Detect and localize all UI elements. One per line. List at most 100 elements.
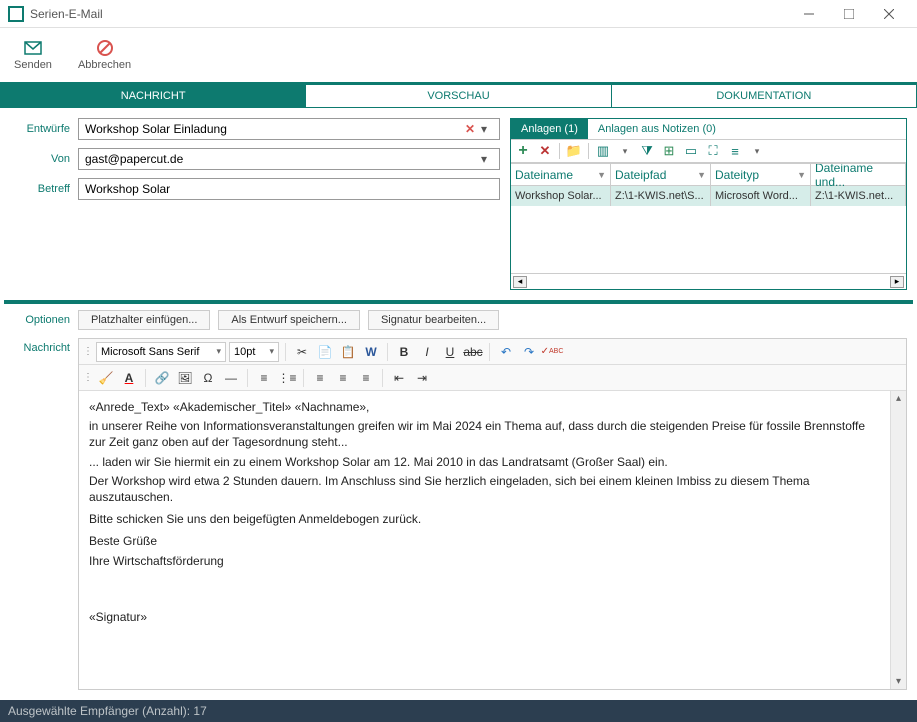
drafts-dropdown-icon[interactable]: ▾ xyxy=(475,122,493,136)
drag-handle-icon[interactable]: ⋮ xyxy=(83,372,93,383)
subject-label: Betreff xyxy=(10,183,70,195)
attachment-row[interactable]: Workshop Solar... Z:\1-KWIS.net\S... Mic… xyxy=(511,186,906,206)
paste-word-icon[interactable]: W xyxy=(361,342,381,362)
link-icon[interactable]: 🔗 xyxy=(152,368,172,388)
filter-icon[interactable]: ▼ xyxy=(597,170,606,180)
drag-handle-icon[interactable]: ⋮ xyxy=(83,346,93,357)
filter-icon[interactable]: ▼ xyxy=(697,170,706,180)
from-input[interactable] xyxy=(85,152,475,166)
expand-icon[interactable]: ⛶ xyxy=(705,143,721,159)
ordered-list-icon[interactable]: ≡ xyxy=(254,368,274,388)
unordered-list-icon[interactable]: ⋮≡ xyxy=(277,368,297,388)
tab-documentation[interactable]: DOKUMENTATION xyxy=(612,84,917,108)
attachments-tab-files[interactable]: Anlagen (1) xyxy=(511,119,588,139)
from-label: Von xyxy=(10,153,70,165)
symbol-icon[interactable]: Ω xyxy=(198,368,218,388)
send-button[interactable]: Senden xyxy=(10,37,56,73)
outdent-icon[interactable]: ⇤ xyxy=(389,368,409,388)
message-form: Entwürfe ✕ ▾ Von ▾ Betreff xyxy=(10,118,500,290)
minimize-button[interactable] xyxy=(789,1,829,27)
open-folder-icon[interactable]: 📁 xyxy=(566,143,582,159)
copy-icon[interactable]: 📄 xyxy=(315,342,335,362)
image-icon[interactable]: 🖼 xyxy=(175,368,195,388)
body-line: Bitte schicken Sie uns den beigefügten A… xyxy=(89,511,880,527)
indent-icon[interactable]: ⇥ xyxy=(412,368,432,388)
strike-icon[interactable]: abc xyxy=(463,342,483,362)
cell-filetype: Microsoft Word... xyxy=(711,186,811,206)
font-name-select[interactable]: Microsoft Sans Serif xyxy=(96,342,226,362)
align-center-icon[interactable]: ≡ xyxy=(333,368,353,388)
insert-placeholder-button[interactable]: Platzhalter einfügen... xyxy=(78,310,210,330)
font-size-select[interactable]: 10pt xyxy=(229,342,279,362)
scroll-down-icon[interactable]: ▾ xyxy=(896,676,901,687)
clear-format-icon[interactable]: 🧹 xyxy=(96,368,116,388)
align-left-icon[interactable]: ≡ xyxy=(310,368,330,388)
col-filename-path[interactable]: Dateiname und... xyxy=(811,164,906,185)
hr-icon[interactable]: — xyxy=(221,368,241,388)
message-label: Nachricht xyxy=(10,338,70,690)
scroll-up-icon[interactable]: ▴ xyxy=(896,393,901,404)
from-dropdown-icon[interactable]: ▾ xyxy=(475,152,493,166)
editor-toolbar-2: ⋮ 🧹 A 🔗 🖼 Ω — ≡ ⋮≡ ≡ ≡ ≡ ⇤ ⇥ xyxy=(79,365,906,391)
drafts-input[interactable] xyxy=(85,122,461,136)
cancel-button[interactable]: Abbrechen xyxy=(74,37,135,73)
drafts-combo[interactable]: ✕ ▾ xyxy=(78,118,500,140)
undo-icon[interactable]: ↶ xyxy=(496,342,516,362)
body-line: «Signatur» xyxy=(89,609,880,625)
editor-scrollbar[interactable]: ▴ ▾ xyxy=(890,391,906,689)
clear-draft-icon[interactable]: ✕ xyxy=(465,122,475,136)
cut-icon[interactable]: ✂ xyxy=(292,342,312,362)
from-combo[interactable]: ▾ xyxy=(78,148,500,170)
paste-icon[interactable]: 📋 xyxy=(338,342,358,362)
edit-signature-button[interactable]: Signatur bearbeiten... xyxy=(368,310,499,330)
cancel-label: Abbrechen xyxy=(78,59,131,71)
menu-dd-icon[interactable]: ▾ xyxy=(749,143,765,159)
save-draft-button[interactable]: Als Entwurf speichern... xyxy=(218,310,360,330)
col-filetype[interactable]: Dateityp▼ xyxy=(711,164,811,185)
align-right-icon[interactable]: ≡ xyxy=(356,368,376,388)
font-color-icon[interactable]: A xyxy=(119,368,139,388)
attachments-toolbar: + ✕ 📁 ▥ ▾ ⧩ ⊞ ▭ ⛶ ≡ ▾ xyxy=(511,139,906,163)
status-bar: Ausgewählte Empfänger (Anzahl): 17 xyxy=(0,700,917,722)
body-line: in unserer Reihe von Informationsveranst… xyxy=(89,418,880,450)
col-filename[interactable]: Dateiname▼ xyxy=(511,164,611,185)
body-line: Der Workshop wird etwa 2 Stunden dauern.… xyxy=(89,473,880,505)
tab-message[interactable]: NACHRICHT xyxy=(0,84,306,108)
window-titlebar: Serien-E-Mail xyxy=(0,0,917,28)
underline-icon[interactable]: U xyxy=(440,342,460,362)
scroll-left-icon[interactable]: ◂ xyxy=(513,276,527,288)
columns-dd-icon[interactable]: ▾ xyxy=(617,143,633,159)
filter-icon[interactable]: ▼ xyxy=(797,170,806,180)
layout-icon[interactable]: ▭ xyxy=(683,143,699,159)
col-filepath[interactable]: Dateipfad▼ xyxy=(611,164,711,185)
close-icon xyxy=(884,9,894,19)
filter-icon[interactable]: ⧩ xyxy=(639,143,655,159)
attachments-header: Dateiname▼ Dateipfad▼ Dateityp▼ Dateinam… xyxy=(511,164,906,186)
maximize-button[interactable] xyxy=(829,1,869,27)
editor-textarea[interactable]: «Anrede_Text» «Akademischer_Titel» «Nach… xyxy=(79,391,890,689)
export-excel-icon[interactable]: ⊞ xyxy=(661,143,677,159)
attachments-hscroll[interactable]: ◂ ▸ xyxy=(511,273,906,289)
close-button[interactable] xyxy=(869,1,909,27)
rich-text-editor: ⋮ Microsoft Sans Serif 10pt ✂ 📄 📋 W B I … xyxy=(78,338,907,690)
attachments-tab-notes[interactable]: Anlagen aus Notizen (0) xyxy=(588,119,726,139)
italic-icon[interactable]: I xyxy=(417,342,437,362)
drafts-label: Entwürfe xyxy=(10,123,70,135)
tab-preview[interactable]: VORSCHAU xyxy=(306,84,611,108)
add-attachment-icon[interactable]: + xyxy=(515,143,531,159)
subject-field[interactable] xyxy=(78,178,500,200)
main-tabs: NACHRICHT VORSCHAU DOKUMENTATION xyxy=(0,84,917,108)
attachments-panel: Anlagen (1) Anlagen aus Notizen (0) + ✕ … xyxy=(510,118,907,290)
menu-icon[interactable]: ≡ xyxy=(727,143,743,159)
cell-filename: Workshop Solar... xyxy=(511,186,611,206)
scroll-right-icon[interactable]: ▸ xyxy=(890,276,904,288)
subject-input[interactable] xyxy=(85,182,493,196)
bold-icon[interactable]: B xyxy=(394,342,414,362)
remove-attachment-icon[interactable]: ✕ xyxy=(537,143,553,159)
send-icon xyxy=(23,39,43,57)
window-title: Serien-E-Mail xyxy=(30,7,789,21)
spellcheck-icon[interactable]: ✓ABC xyxy=(542,342,562,362)
columns-icon[interactable]: ▥ xyxy=(595,143,611,159)
redo-icon[interactable]: ↷ xyxy=(519,342,539,362)
send-label: Senden xyxy=(14,59,52,71)
